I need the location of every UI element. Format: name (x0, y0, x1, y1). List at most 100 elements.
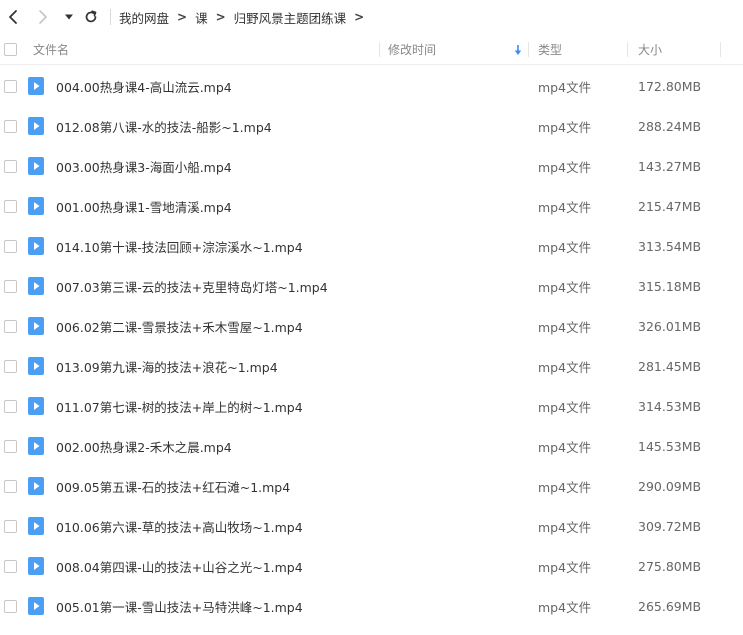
file-row[interactable]: 014.10第十课-技法回顾+淙淙溪水~1.mp4 mp4文件 313.54MB (0, 226, 743, 266)
file-name[interactable]: 001.00热身课1-雪地清溪.mp4 (56, 186, 232, 226)
video-file-icon (28, 237, 44, 255)
file-type: mp4文件 (538, 239, 592, 255)
file-size: 315.18MB (638, 278, 702, 294)
file-name[interactable]: 007.03第三课-云的技法+克里特岛灯塔~1.mp4 (56, 266, 328, 306)
file-list-header: 文件名 修改时间 类型 大小 (0, 34, 743, 65)
refresh-icon (85, 10, 97, 23)
row-checkbox[interactable] (4, 599, 17, 613)
breadcrumb-item[interactable]: 课 (195, 8, 208, 27)
column-separator[interactable] (627, 42, 628, 57)
file-size: 143.27MB (638, 158, 702, 174)
file-row[interactable]: 005.01第一课-雪山技法+马特洪峰~1.mp4 mp4文件 265.69MB (0, 586, 743, 626)
column-separator[interactable] (379, 42, 380, 57)
row-checkbox[interactable] (4, 239, 17, 253)
video-file-icon (28, 357, 44, 375)
row-checkbox[interactable] (4, 559, 17, 573)
column-size[interactable]: 大小 (638, 34, 662, 65)
file-type: mp4文件 (538, 559, 592, 575)
file-type: mp4文件 (538, 479, 592, 495)
video-file-icon (28, 517, 44, 535)
file-type: mp4文件 (538, 519, 592, 535)
video-file-icon (28, 157, 44, 175)
sort-indicator[interactable] (514, 34, 522, 65)
file-size: 313.54MB (638, 238, 702, 254)
file-type: mp4文件 (538, 439, 592, 455)
select-all-cell (4, 34, 17, 65)
file-name[interactable]: 008.04第四课-山的技法+山谷之光~1.mp4 (56, 546, 303, 586)
file-name[interactable]: 011.07第七课-树的技法+岸上的树~1.mp4 (56, 386, 303, 426)
video-file-icon (28, 597, 44, 615)
file-name[interactable]: 006.02第二课-雪景技法+禾木雪屋~1.mp4 (56, 306, 303, 346)
file-name[interactable]: 009.05第五课-石的技法+红石滩~1.mp4 (56, 466, 290, 506)
breadcrumb-separator-icon: > (215, 10, 226, 24)
column-type[interactable]: 类型 (538, 34, 562, 65)
file-row[interactable]: 003.00热身课3-海面小船.mp4 mp4文件 143.27MB (0, 146, 743, 186)
file-name[interactable]: 014.10第十课-技法回顾+淙淙溪水~1.mp4 (56, 226, 303, 266)
video-file-icon (28, 117, 44, 135)
file-name[interactable]: 005.01第一课-雪山技法+马特洪峰~1.mp4 (56, 586, 303, 626)
column-modified[interactable]: 修改时间 (388, 34, 436, 65)
row-checkbox[interactable] (4, 119, 17, 133)
file-name[interactable]: 002.00热身课2-禾木之晨.mp4 (56, 426, 232, 466)
column-size-label: 大小 (638, 43, 663, 57)
video-file-icon (28, 477, 44, 495)
row-checkbox[interactable] (4, 519, 17, 533)
toolbar-divider (110, 9, 111, 25)
row-checkbox[interactable] (4, 199, 17, 213)
file-row[interactable]: 007.03第三课-云的技法+克里特岛灯塔~1.mp4 mp4文件 315.18… (0, 266, 743, 306)
row-checkbox[interactable] (4, 399, 17, 413)
file-row[interactable]: 010.06第六课-草的技法+高山牧场~1.mp4 mp4文件 309.72MB (0, 506, 743, 546)
file-size: 281.45MB (638, 358, 702, 374)
file-name[interactable]: 003.00热身课3-海面小船.mp4 (56, 146, 232, 186)
file-size: 145.53MB (638, 438, 702, 454)
row-checkbox[interactable] (4, 359, 17, 373)
file-name[interactable]: 013.09第九课-海的技法+浪花~1.mp4 (56, 346, 278, 386)
caret-down-icon (65, 14, 73, 20)
video-file-icon (28, 77, 44, 95)
column-separator[interactable] (528, 42, 529, 57)
file-row[interactable]: 009.05第五课-石的技法+红石滩~1.mp4 mp4文件 290.09MB (0, 466, 743, 506)
column-name[interactable]: 文件名 (33, 34, 69, 65)
file-row[interactable]: 002.00热身课2-禾木之晨.mp4 mp4文件 145.53MB (0, 426, 743, 466)
video-file-icon (28, 317, 44, 335)
breadcrumb-current[interactable]: 归野风景主题团练课 (234, 8, 347, 27)
file-name[interactable]: 012.08第八课-水的技法-船影~1.mp4 (56, 106, 272, 146)
breadcrumb: 我的网盘 > 课 > 归野风景主题团练课 > (119, 8, 372, 27)
file-type: mp4文件 (538, 399, 592, 415)
back-button[interactable] (0, 0, 26, 34)
history-dropdown-button[interactable] (60, 0, 78, 34)
file-row[interactable]: 008.04第四课-山的技法+山谷之光~1.mp4 mp4文件 275.80MB (0, 546, 743, 586)
file-row[interactable]: 013.09第九课-海的技法+浪花~1.mp4 mp4文件 281.45MB (0, 346, 743, 386)
file-row[interactable]: 004.00热身课4-高山流云.mp4 mp4文件 172.80MB (0, 66, 743, 106)
video-file-icon (28, 197, 44, 215)
breadcrumb-separator-icon: > (177, 10, 188, 24)
row-checkbox[interactable] (4, 279, 17, 293)
forward-button[interactable] (30, 0, 56, 34)
file-row[interactable]: 001.00热身课1-雪地清溪.mp4 mp4文件 215.47MB (0, 186, 743, 226)
breadcrumb-item[interactable]: 我的网盘 (119, 8, 169, 27)
file-type: mp4文件 (538, 159, 592, 175)
file-size: 326.01MB (638, 318, 702, 334)
file-size: 314.53MB (638, 398, 702, 414)
select-all-checkbox[interactable] (4, 43, 17, 56)
video-file-icon (28, 557, 44, 575)
file-row[interactable]: 006.02第二课-雪景技法+禾木雪屋~1.mp4 mp4文件 326.01MB (0, 306, 743, 346)
file-name[interactable]: 010.06第六课-草的技法+高山牧场~1.mp4 (56, 506, 303, 546)
refresh-button[interactable] (80, 0, 102, 34)
row-checkbox[interactable] (4, 319, 17, 333)
file-size: 309.72MB (638, 518, 702, 534)
file-row[interactable]: 011.07第七课-树的技法+岸上的树~1.mp4 mp4文件 314.53MB (0, 386, 743, 426)
column-modified-label: 修改时间 (388, 43, 437, 57)
row-checkbox[interactable] (4, 439, 17, 453)
toolbar: 我的网盘 > 课 > 归野风景主题团练课 > (0, 0, 743, 34)
file-size: 265.69MB (638, 598, 702, 614)
row-checkbox[interactable] (4, 79, 17, 93)
column-separator[interactable] (720, 42, 721, 57)
row-checkbox[interactable] (4, 479, 17, 493)
row-checkbox[interactable] (4, 159, 17, 173)
breadcrumb-separator-icon: > (354, 10, 365, 24)
file-name[interactable]: 004.00热身课4-高山流云.mp4 (56, 66, 232, 106)
file-row[interactable]: 012.08第八课-水的技法-船影~1.mp4 mp4文件 288.24MB (0, 106, 743, 146)
column-type-label: 类型 (538, 43, 563, 57)
file-size: 290.09MB (638, 478, 702, 494)
